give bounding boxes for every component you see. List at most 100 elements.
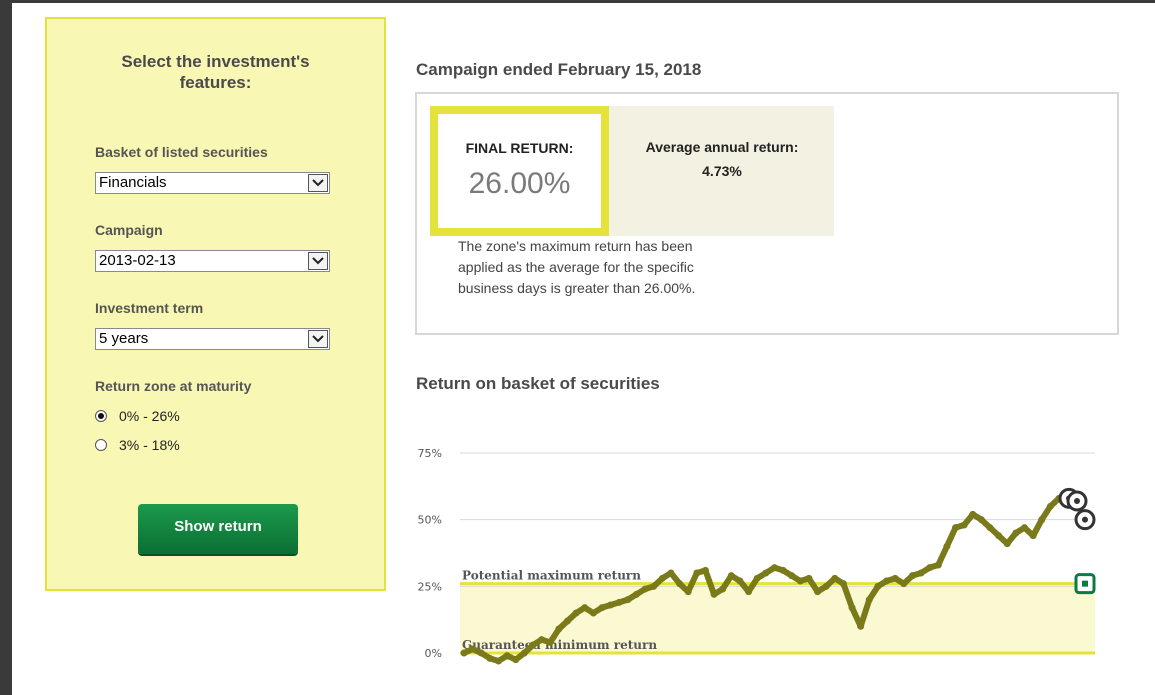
data-point xyxy=(589,609,597,617)
data-point xyxy=(1029,532,1037,540)
radio-selected-icon[interactable] xyxy=(95,410,107,422)
data-point xyxy=(796,577,804,585)
zone-option-1[interactable]: 0% - 26% xyxy=(95,408,180,424)
campaign-heading: Campaign ended February 15, 2018 xyxy=(416,60,702,79)
data-point xyxy=(727,572,735,580)
return-chart: 0% 25% 50% 75% Potential maximum return Guara… xyxy=(418,447,1096,665)
data-point xyxy=(650,582,658,590)
zone-option-1-label: 0% - 26% xyxy=(119,408,180,424)
data-point xyxy=(857,622,865,630)
data-point xyxy=(917,569,925,577)
data-point xyxy=(632,590,640,598)
feature-panel: Select the investment's features: Basket… xyxy=(45,17,386,591)
data-point xyxy=(469,645,477,653)
chevron-down-icon[interactable] xyxy=(308,174,328,192)
min-return-label: Guaranteed minimum return xyxy=(462,638,657,652)
data-point xyxy=(891,574,899,582)
term-select-value: 5 years xyxy=(99,330,149,347)
marker-dot xyxy=(1074,498,1080,504)
data-point xyxy=(943,542,951,550)
basket-select[interactable]: Financials xyxy=(95,172,330,194)
data-point xyxy=(684,588,692,596)
data-point xyxy=(908,572,916,580)
zone-option-2[interactable]: 3% - 18% xyxy=(95,437,180,453)
data-point xyxy=(460,649,468,657)
chevron-down-icon[interactable] xyxy=(308,330,328,348)
data-point xyxy=(1003,540,1011,548)
data-point xyxy=(581,604,589,612)
data-point xyxy=(701,566,709,574)
y-tick-label: 75% xyxy=(418,447,442,460)
panel-title: Select the investment's features: xyxy=(121,52,310,92)
y-tick-label: 0% xyxy=(425,647,442,660)
final-return-value: 26.00% xyxy=(468,167,571,200)
data-point xyxy=(977,516,985,524)
data-point xyxy=(986,524,994,532)
term-label: Investment term xyxy=(95,300,204,316)
data-point xyxy=(676,580,684,588)
zone-label: Return zone at maturity xyxy=(95,378,252,394)
data-point xyxy=(952,524,960,532)
data-point xyxy=(1038,516,1046,524)
campaign-label: Campaign xyxy=(95,222,163,238)
data-point xyxy=(572,609,580,617)
y-tick-label: 25% xyxy=(418,580,442,593)
data-point xyxy=(520,649,528,657)
data-point xyxy=(745,588,753,596)
basket-select-value: Financials xyxy=(99,174,167,191)
data-point xyxy=(529,641,537,649)
data-point xyxy=(839,580,847,588)
data-point xyxy=(538,636,546,644)
page: Select the investment's features: Basket… xyxy=(12,3,1155,695)
campaign-select[interactable]: 2013-02-13 xyxy=(95,250,330,272)
data-point xyxy=(719,585,727,593)
data-point xyxy=(658,574,666,582)
data-point xyxy=(814,588,822,596)
data-point xyxy=(874,582,882,590)
data-point xyxy=(607,601,615,609)
data-point xyxy=(831,574,839,582)
data-point xyxy=(512,656,520,664)
data-point xyxy=(788,572,796,580)
data-point xyxy=(960,521,968,529)
data-point xyxy=(563,617,571,625)
radio-unselected-icon[interactable] xyxy=(95,439,107,451)
data-point xyxy=(546,638,554,646)
data-point xyxy=(926,564,934,572)
basket-label: Basket of listed securities xyxy=(95,144,268,160)
data-point xyxy=(900,580,908,588)
data-point xyxy=(770,564,778,572)
data-point xyxy=(779,566,787,574)
marker-square-dot xyxy=(1082,580,1088,587)
data-point xyxy=(710,590,718,598)
data-point xyxy=(693,569,701,577)
return-note: The zone's maximum return has been appli… xyxy=(458,238,696,296)
data-point xyxy=(753,574,761,582)
data-point xyxy=(477,649,485,657)
data-point xyxy=(865,596,873,604)
y-tick-label: 50% xyxy=(418,514,442,527)
data-point xyxy=(615,598,623,606)
data-point xyxy=(555,625,563,633)
data-point xyxy=(503,652,511,660)
average-return-value: 4.73% xyxy=(702,163,742,179)
final-return-box: FINAL RETURN: 26.00% xyxy=(430,106,609,236)
data-point xyxy=(1012,529,1020,537)
data-point xyxy=(883,577,891,585)
data-point xyxy=(822,582,830,590)
show-return-button[interactable]: Show return xyxy=(138,504,298,554)
data-point xyxy=(1046,502,1054,510)
average-return-label: Average annual return: xyxy=(645,139,799,155)
data-point xyxy=(641,585,649,593)
data-point xyxy=(736,577,744,585)
data-point xyxy=(667,569,675,577)
term-select[interactable]: 5 years xyxy=(95,328,330,350)
chevron-down-icon[interactable] xyxy=(308,252,328,270)
campaign-select-value: 2013-02-13 xyxy=(99,252,176,269)
data-point xyxy=(1021,524,1029,532)
data-point xyxy=(598,604,606,612)
max-return-label: Potential maximum return xyxy=(462,569,641,583)
chart-heading: Return on basket of securities xyxy=(416,374,660,393)
data-point xyxy=(934,561,942,569)
data-point xyxy=(624,596,632,604)
